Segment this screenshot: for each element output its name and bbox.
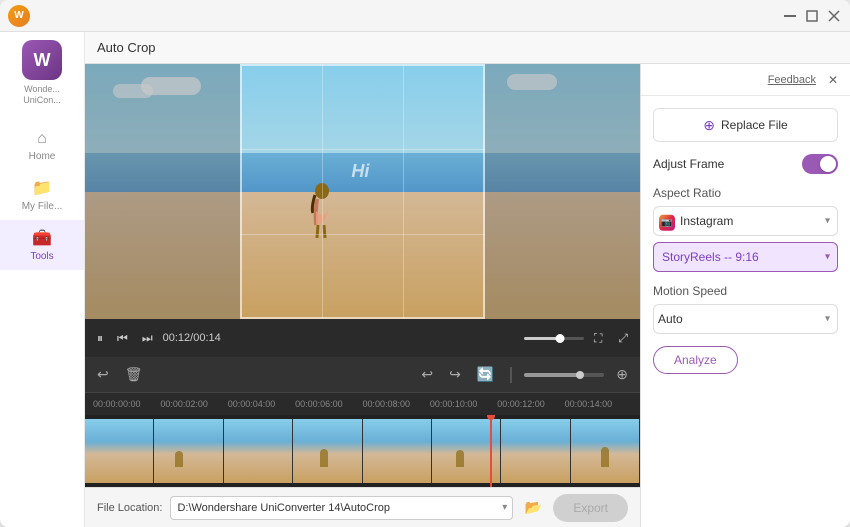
video-overlay-text: Hi	[351, 161, 369, 182]
timeline-ruler: 00:00:00:00 00:00:02:00 00:00:04:00 00:0…	[85, 393, 640, 415]
control-icons: ⛶ ⤢	[590, 329, 632, 348]
ruler-mark-7: 00:00:14:00	[565, 399, 632, 409]
adjust-frame-toggle[interactable]	[802, 154, 838, 174]
video-section: Hi	[85, 64, 640, 527]
bottom-bar: File Location: D:\Wondershare UniConvert…	[85, 487, 640, 527]
right-panel-content: ⊕ Replace File Adjust Frame	[641, 96, 850, 386]
ruler-mark-4: 00:00:08:00	[363, 399, 430, 409]
feedback-link[interactable]: Feedback	[768, 74, 816, 86]
fullscreen-button[interactable]: ⛶	[590, 329, 606, 348]
motion-speed-section: Motion Speed Auto Slow Normal Fast ▾	[653, 284, 838, 334]
sidebar-item-tools[interactable]: 🧰 Tools	[0, 220, 84, 270]
ruler-marks: 00:00:00:00 00:00:02:00 00:00:04:00 00:0…	[93, 399, 632, 409]
play-pause-button[interactable]: ⏸	[93, 329, 107, 348]
sidebar-item-tools-label: Tools	[30, 251, 53, 262]
track-thumb-2	[224, 419, 293, 483]
zoom-in-button[interactable]: ⊕	[612, 364, 632, 385]
folder-browse-button[interactable]: 📂	[521, 496, 545, 520]
panel-title: Auto Crop	[97, 40, 156, 55]
video-controls-bar: ⏸ ⏮ ⏭ 00:12/00:14 ⛶	[85, 319, 640, 357]
story-reels-wrapper: StoryReels -- 9:16 Feed -- 1:1 Feed -- 4…	[653, 242, 838, 272]
aspect-ratio-wrapper: Instagram YouTube TikTok Facebook 📷	[653, 206, 838, 236]
ruler-mark-2: 00:00:04:00	[228, 399, 295, 409]
track-thumb-1	[154, 419, 223, 483]
undo-button[interactable]: ↩	[417, 364, 437, 385]
ruler-mark-0: 00:00:00:00	[93, 399, 160, 409]
video-canvas[interactable]: Hi	[85, 64, 640, 319]
tools-icon: 🧰	[32, 228, 52, 248]
ruler-mark-6: 00:00:12:00	[497, 399, 564, 409]
app-name: Wonde... UniCon...	[19, 84, 65, 106]
user-avatar[interactable]: W	[8, 5, 30, 27]
app-logo: W	[22, 40, 62, 80]
next-frame-button[interactable]: ⏭	[138, 329, 157, 348]
ruler-mark-3: 00:00:06:00	[295, 399, 362, 409]
track-thumb-4	[363, 419, 432, 483]
aspect-ratio-select[interactable]: Instagram YouTube TikTok Facebook	[653, 206, 838, 236]
myfiles-icon: 📁	[32, 178, 52, 198]
right-panel-header: Feedback ✕	[641, 64, 850, 96]
title-bar-controls	[782, 8, 842, 24]
adjust-frame-label: Adjust Frame	[653, 157, 724, 171]
volume-thumb[interactable]	[555, 334, 564, 343]
sidebar: W Wonde... UniCon... ⌂ Home 📁 My File...…	[0, 32, 85, 527]
track-thumb-6	[501, 419, 570, 483]
track-strip	[85, 419, 640, 483]
aspect-ratio-section: Aspect Ratio Instagram YouTube TikTok Fa…	[653, 186, 838, 272]
sidebar-item-home[interactable]: ⌂ Home	[0, 122, 84, 170]
ruler-mark-1: 00:00:02:00	[160, 399, 227, 409]
timeline-toolbar: ↩ 🗑 ↩ ↪ 🔄 ⊕	[85, 357, 640, 393]
playhead[interactable]	[490, 415, 492, 487]
redo-button[interactable]: ↪	[445, 364, 465, 385]
minimize-button[interactable]	[782, 8, 798, 24]
content-area: Auto Crop	[85, 32, 850, 527]
home-icon: ⌂	[37, 130, 47, 148]
export-button[interactable]: Export	[553, 494, 628, 522]
video-right-layout: Hi	[85, 64, 850, 527]
track-thumb-0	[85, 419, 154, 483]
motion-speed-wrapper: Auto Slow Normal Fast ▾	[653, 304, 838, 334]
track-thumb-3	[293, 419, 362, 483]
sidebar-item-home-label: Home	[29, 151, 56, 162]
main-window: W W Wonde... UniCon... ⌂ Home	[0, 0, 850, 527]
expand-button[interactable]: ⤢	[614, 329, 632, 348]
undo-button-timeline[interactable]: ↩	[93, 364, 113, 385]
ruler-mark-5: 00:00:10:00	[430, 399, 497, 409]
story-reels-select[interactable]: StoryReels -- 9:16 Feed -- 1:1 Feed -- 4…	[653, 242, 838, 272]
close-button[interactable]	[826, 8, 842, 24]
right-panel: Feedback ✕ ⊕ Replace File Adjust Fr	[640, 64, 850, 527]
refresh-button[interactable]: 🔄	[473, 364, 498, 385]
sidebar-item-myfiles-label: My File...	[22, 201, 63, 212]
motion-speed-label: Motion Speed	[653, 284, 838, 298]
file-path-select[interactable]: D:\Wondershare UniConverter 14\AutoCrop	[170, 496, 513, 520]
time-display: 00:12/00:14	[163, 332, 221, 344]
file-location-label: File Location:	[97, 502, 162, 514]
prev-frame-button[interactable]: ⏮	[113, 329, 132, 348]
analyze-button[interactable]: Analyze	[653, 346, 738, 374]
close-panel-button[interactable]: ✕	[824, 71, 842, 89]
sidebar-item-myfiles[interactable]: 📁 My File...	[0, 170, 84, 220]
volume-slider[interactable]	[524, 337, 584, 340]
timeline-section: ↩ 🗑 ↩ ↪ 🔄 ⊕	[85, 357, 640, 487]
panel-header: Auto Crop	[85, 32, 850, 64]
replace-file-button[interactable]: ⊕ Replace File	[653, 108, 838, 142]
aspect-ratio-label: Aspect Ratio	[653, 186, 838, 200]
toggle-knob	[820, 156, 836, 172]
main-layout: W Wonde... UniCon... ⌂ Home 📁 My File...…	[0, 32, 850, 527]
track-thumb-7	[571, 419, 640, 483]
title-bar: W	[0, 0, 850, 32]
autocrop-panel: Auto Crop	[85, 32, 850, 527]
replace-icon: ⊕	[703, 117, 715, 134]
motion-speed-select[interactable]: Auto Slow Normal Fast	[653, 304, 838, 334]
delete-button-timeline[interactable]: 🗑	[121, 364, 147, 385]
adjust-frame-row: Adjust Frame	[653, 154, 838, 174]
maximize-button[interactable]	[804, 8, 820, 24]
timeline-track[interactable]	[85, 415, 640, 487]
replace-file-label: Replace File	[721, 118, 788, 132]
